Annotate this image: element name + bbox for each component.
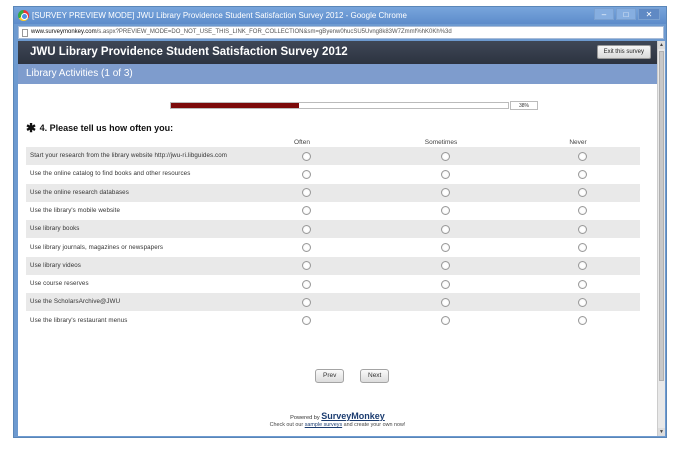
matrix-row: Use the online research databases bbox=[26, 183, 640, 202]
radio-often[interactable] bbox=[301, 243, 311, 252]
url-domain: www.surveymonkey.com bbox=[31, 29, 97, 35]
promo-text: Check out our sample surveys and create … bbox=[18, 422, 657, 428]
browser-window: [SURVEY PREVIEW MODE] JWU Library Provid… bbox=[13, 6, 667, 438]
row-label: Use course reserves bbox=[30, 280, 89, 288]
radio-often[interactable] bbox=[301, 169, 311, 179]
promo-after: and create your own now! bbox=[343, 422, 406, 428]
row-label: Use the online catalog to find books and… bbox=[30, 170, 191, 178]
radio-sometimes[interactable] bbox=[440, 169, 450, 179]
radio-sometimes[interactable] bbox=[440, 151, 450, 161]
radio-never[interactable] bbox=[577, 261, 587, 271]
progress-bar bbox=[170, 102, 509, 109]
radio-often[interactable] bbox=[301, 279, 311, 289]
matrix-row: Use course reserves bbox=[26, 275, 640, 293]
minimize-button[interactable]: – bbox=[594, 8, 614, 20]
column-header-sometimes: Sometimes bbox=[424, 139, 458, 146]
radio-never[interactable] bbox=[577, 297, 587, 307]
row-label: Use library journals, magazines or newsp… bbox=[30, 243, 164, 251]
radio-often[interactable] bbox=[301, 151, 311, 161]
matrix-row: Use library journals, magazines or newsp… bbox=[26, 239, 640, 257]
radio-often[interactable] bbox=[301, 188, 311, 198]
radio-never[interactable] bbox=[577, 316, 587, 326]
window-controls: – □ ✕ bbox=[594, 8, 660, 20]
radio-never[interactable] bbox=[577, 224, 587, 234]
radio-sometimes[interactable] bbox=[440, 279, 450, 289]
radio-often[interactable] bbox=[301, 297, 311, 307]
radio-sometimes[interactable] bbox=[440, 206, 450, 216]
row-label: Use the library's restaurant menus bbox=[30, 316, 128, 324]
radio-never[interactable] bbox=[577, 188, 587, 198]
row-label: Use library books bbox=[30, 225, 80, 233]
column-header-often: Often bbox=[294, 139, 310, 146]
page-icon bbox=[22, 29, 28, 37]
scroll-up-icon[interactable]: ▲ bbox=[658, 41, 665, 49]
radio-never[interactable] bbox=[577, 151, 587, 161]
powered-by: Powered by SurveyMonkey bbox=[18, 411, 657, 421]
exit-survey-button[interactable]: Exit this survey bbox=[596, 45, 651, 59]
next-button[interactable]: Next bbox=[360, 369, 390, 383]
required-star-icon: ✱ bbox=[26, 121, 37, 135]
column-header-never: Never bbox=[569, 139, 587, 146]
surveymonkey-link[interactable]: SurveyMonkey bbox=[321, 411, 385, 421]
window-title: [SURVEY PREVIEW MODE] JWU Library Provid… bbox=[32, 11, 407, 20]
progress-label: 38% bbox=[510, 101, 538, 110]
scroll-down-icon[interactable]: ▼ bbox=[658, 428, 665, 436]
page-content: JWU Library Providence Student Satisfact… bbox=[18, 41, 657, 436]
radio-often[interactable] bbox=[301, 261, 311, 271]
question-text: 4. Please tell us how often you: bbox=[39, 123, 174, 133]
progress-fill bbox=[171, 103, 300, 108]
survey-title: JWU Library Providence Student Satisfact… bbox=[30, 46, 348, 58]
radio-sometimes[interactable] bbox=[440, 316, 450, 326]
radio-never[interactable] bbox=[577, 169, 587, 179]
radio-sometimes[interactable] bbox=[440, 188, 450, 198]
matrix-row: Use the online catalog to find books and… bbox=[26, 165, 640, 183]
radio-never[interactable] bbox=[577, 279, 587, 289]
chrome-icon bbox=[18, 10, 29, 21]
sample-surveys-link[interactable]: sample surveys bbox=[305, 422, 342, 428]
vertical-scrollbar[interactable]: ▲ ▼ bbox=[657, 41, 665, 436]
row-label: Use the online research databases bbox=[30, 188, 129, 196]
radio-sometimes[interactable] bbox=[440, 297, 450, 307]
promo-before: Check out our bbox=[269, 422, 304, 428]
matrix-row: Use library books bbox=[26, 220, 640, 239]
matrix-row: Start your research from the library web… bbox=[26, 147, 640, 165]
scroll-thumb[interactable] bbox=[659, 51, 664, 381]
address-bar[interactable]: www.surveymonkey.com/s.aspx?PREVIEW_MODE… bbox=[18, 26, 664, 39]
matrix-row: Use the library's restaurant menus bbox=[26, 312, 640, 330]
radio-sometimes[interactable] bbox=[440, 261, 450, 271]
row-label: Use library videos bbox=[30, 261, 81, 269]
matrix-row: Use the library's mobile website bbox=[26, 202, 640, 220]
matrix-row: Use the ScholarsArchive@JWU bbox=[26, 293, 640, 312]
row-label: Use the library's mobile website bbox=[30, 206, 121, 214]
radio-never[interactable] bbox=[577, 243, 587, 252]
prev-button[interactable]: Prev bbox=[315, 369, 345, 383]
page-title: Library Activities (1 of 3) bbox=[18, 64, 657, 84]
maximize-button[interactable]: □ bbox=[616, 8, 636, 20]
row-label: Use the ScholarsArchive@JWU bbox=[30, 298, 121, 306]
radio-sometimes[interactable] bbox=[440, 243, 450, 252]
powered-by-text: Powered by bbox=[290, 415, 320, 421]
survey-header: JWU Library Providence Student Satisfact… bbox=[18, 41, 657, 64]
radio-often[interactable] bbox=[301, 224, 311, 234]
row-label: Start your research from the library web… bbox=[30, 152, 228, 159]
url-path: /s.aspx?PREVIEW_MODE=DO_NOT_USE_THIS_LIN… bbox=[96, 29, 452, 35]
window-titlebar[interactable]: [SURVEY PREVIEW MODE] JWU Library Provid… bbox=[14, 7, 666, 24]
question-title: ✱ 4. Please tell us how often you: bbox=[26, 121, 173, 135]
radio-sometimes[interactable] bbox=[440, 224, 450, 234]
radio-never[interactable] bbox=[577, 206, 587, 216]
matrix-row: Use library videos bbox=[26, 256, 640, 275]
radio-often[interactable] bbox=[301, 206, 311, 216]
close-button[interactable]: ✕ bbox=[638, 8, 660, 20]
radio-often[interactable] bbox=[301, 316, 311, 326]
